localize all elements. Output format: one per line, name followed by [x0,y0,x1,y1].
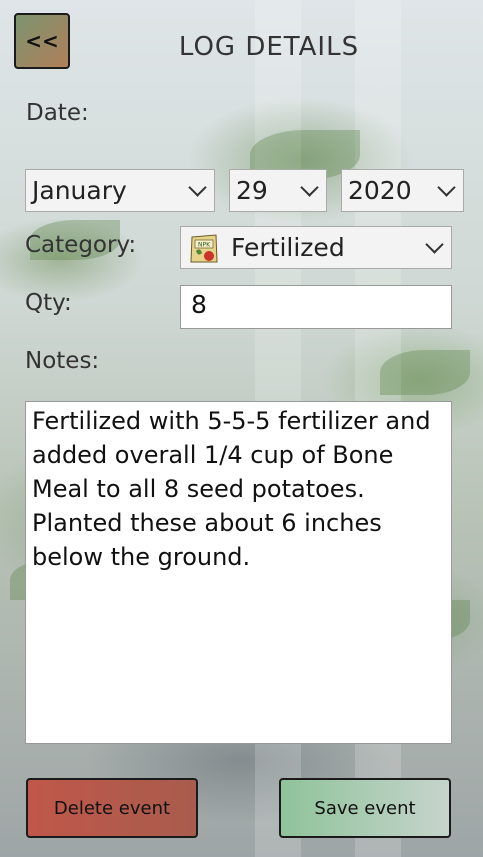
year-select[interactable]: 2020 [341,169,464,212]
category-label: Category: [25,232,137,258]
category-value: Fertilized [231,233,345,262]
day-select[interactable]: 29 [229,169,327,212]
notes-textarea[interactable]: Fertilized with 5-5-5 fertilizer and add… [25,401,452,744]
qty-label: Qty: [25,290,72,316]
month-value: January [32,176,127,205]
day-value: 29 [236,176,268,205]
chevron-down-icon [437,178,456,197]
save-event-button[interactable]: Save event [279,778,451,838]
chevron-down-icon [188,178,207,197]
chevron-down-icon [300,178,319,197]
page-title: LOG DETAILS [178,32,360,62]
npk-text: NPK [198,241,211,248]
year-value: 2020 [348,176,412,205]
category-select[interactable]: NPK Fertilized [180,226,452,269]
date-label: Date: [26,100,89,126]
delete-event-button[interactable]: Delete event [26,778,198,838]
fertilizer-bag-icon: NPK [187,231,221,265]
chevron-down-icon [425,235,444,254]
month-select[interactable]: January [25,169,215,212]
qty-input[interactable]: 8 [180,285,452,329]
notes-label: Notes: [25,348,100,374]
